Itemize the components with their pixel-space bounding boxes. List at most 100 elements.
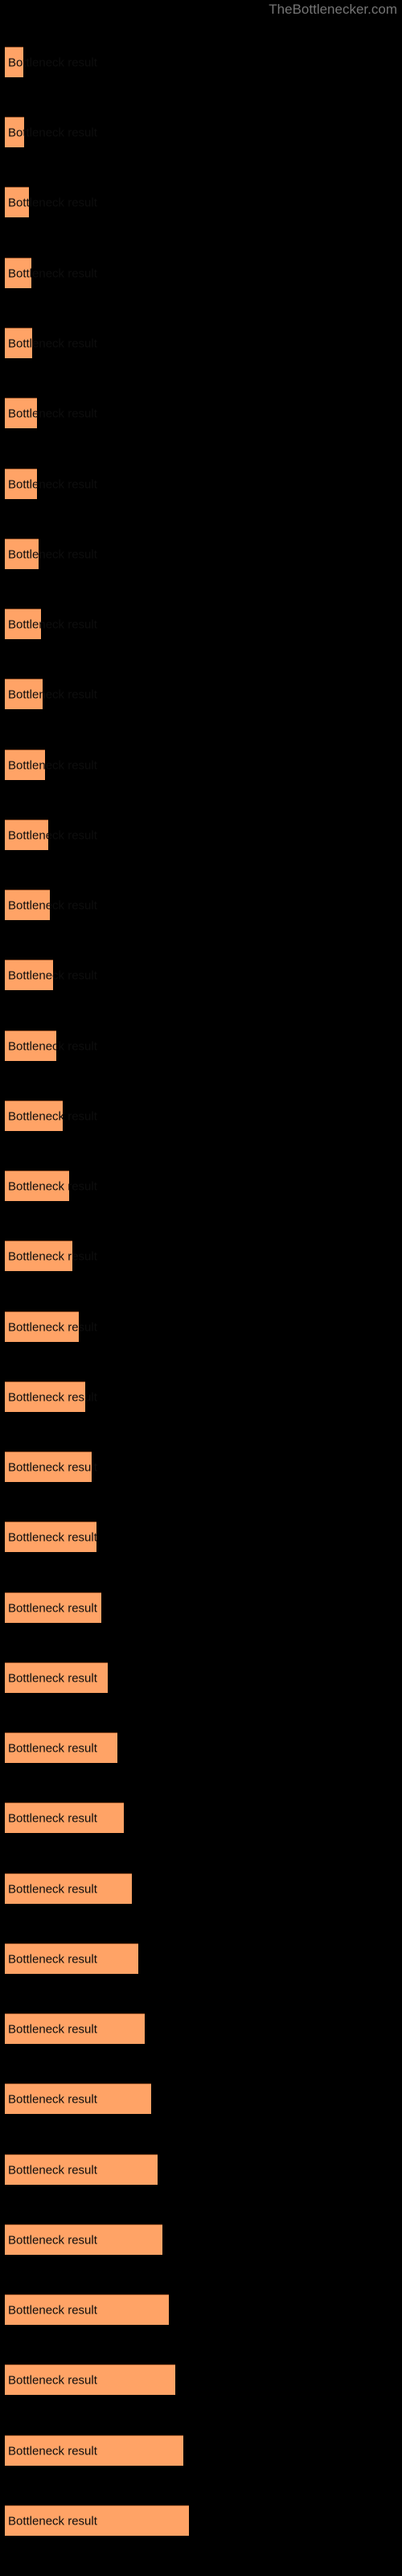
bar[interactable]: Bottleneck result [5, 2083, 151, 2114]
bar-row: Bottleneck result [0, 2505, 402, 2536]
bar[interactable]: Bottleneck result [5, 398, 97, 428]
bar[interactable]: Bottleneck result [5, 2013, 145, 2044]
bar[interactable]: Bottleneck result [5, 2505, 189, 2536]
bar-label: Bottleneck result [8, 2514, 97, 2528]
bar[interactable]: Bottleneck result [5, 1732, 117, 1763]
bar-row: Bottleneck result [0, 2224, 402, 2255]
bar[interactable]: Bottleneck result [5, 1873, 132, 1904]
bar-label: Bottleneck result [8, 898, 97, 912]
bar-row: Bottleneck result [0, 1873, 402, 1904]
bar-label: Bottleneck result [8, 1952, 97, 1966]
bar-row: Bottleneck result [0, 2083, 402, 2114]
bar[interactable]: Bottleneck result [5, 749, 97, 780]
bar-row: Bottleneck result [0, 258, 402, 288]
bar-row: Bottleneck result [0, 609, 402, 639]
bar[interactable]: Bottleneck result [5, 469, 97, 499]
bar-row: Bottleneck result [0, 1662, 402, 1693]
bar-row: Bottleneck result [0, 749, 402, 780]
bar[interactable]: Bottleneck result [5, 1311, 97, 1342]
bar-label: Bottleneck result [8, 1039, 97, 1053]
bar-row: Bottleneck result [0, 469, 402, 499]
bar[interactable]: Bottleneck result [5, 2224, 162, 2255]
bar[interactable]: Bottleneck result [5, 679, 97, 709]
bar-row: Bottleneck result [0, 2154, 402, 2185]
bar-row: Bottleneck result [0, 187, 402, 217]
bar-label: Bottleneck result [8, 2022, 97, 2036]
bar-row: Bottleneck result [0, 2013, 402, 2044]
bar-label: Bottleneck result [8, 2163, 97, 2177]
bar-label: Bottleneck result [8, 1811, 97, 1825]
bar-label: Bottleneck result [8, 2373, 97, 2387]
bar-row: Bottleneck result [0, 1943, 402, 1974]
bar-row: Bottleneck result [0, 890, 402, 920]
bar[interactable]: Bottleneck result [5, 1521, 97, 1552]
bar-row: Bottleneck result [0, 1802, 402, 1833]
bar-row: Bottleneck result [0, 1030, 402, 1061]
bar-label: Bottleneck result [8, 687, 97, 701]
bar-label: Bottleneck result [8, 1390, 97, 1404]
bar-row: Bottleneck result [0, 1170, 402, 1201]
bar-label: Bottleneck result [8, 126, 97, 139]
bar-label: Bottleneck result [8, 1179, 97, 1193]
bar-label: Bottleneck result [8, 1460, 97, 1474]
bar-row: Bottleneck result [0, 47, 402, 77]
bar[interactable]: Bottleneck result [5, 1030, 97, 1061]
bar[interactable]: Bottleneck result [5, 890, 97, 920]
bar-row: Bottleneck result [0, 117, 402, 147]
bar-label: Bottleneck result [8, 2233, 97, 2247]
bar-row: Bottleneck result [0, 539, 402, 569]
bar-label: Bottleneck result [8, 407, 97, 420]
bar-label: Bottleneck result [8, 547, 97, 561]
bar-label: Bottleneck result [8, 2303, 97, 2317]
bar[interactable]: Bottleneck result [5, 960, 97, 990]
bar-row: Bottleneck result [0, 2364, 402, 2395]
bar-row: Bottleneck result [0, 1521, 402, 1552]
bar[interactable]: Bottleneck result [5, 819, 97, 850]
bar-row: Bottleneck result [0, 328, 402, 358]
bar-row: Bottleneck result [0, 398, 402, 428]
bar-label: Bottleneck result [8, 56, 97, 69]
bar-label: Bottleneck result [8, 196, 97, 209]
bar[interactable]: Bottleneck result [5, 609, 97, 639]
bar-row: Bottleneck result [0, 1311, 402, 1342]
bar-label: Bottleneck result [8, 336, 97, 350]
bar[interactable]: Bottleneck result [5, 328, 97, 358]
bar[interactable]: Bottleneck result [5, 1451, 97, 1482]
bar-row: Bottleneck result [0, 679, 402, 709]
bar[interactable]: Bottleneck result [5, 258, 97, 288]
bar-row: Bottleneck result [0, 960, 402, 990]
bar[interactable]: Bottleneck result [5, 2154, 158, 2185]
bar[interactable]: Bottleneck result [5, 117, 97, 147]
bar-label: Bottleneck result [8, 1882, 97, 1896]
bar[interactable]: Bottleneck result [5, 1170, 97, 1201]
bar-label: Bottleneck result [8, 617, 97, 631]
bar-row: Bottleneck result [0, 2294, 402, 2325]
bar[interactable]: Bottleneck result [5, 1381, 97, 1412]
bar[interactable]: Bottleneck result [5, 1592, 101, 1623]
bar[interactable]: Bottleneck result [5, 1662, 108, 1693]
bar[interactable]: Bottleneck result [5, 1802, 124, 1833]
bar[interactable]: Bottleneck result [5, 1100, 97, 1131]
bar-row: Bottleneck result [0, 2435, 402, 2466]
bar-row: Bottleneck result [0, 1100, 402, 1131]
bar-label: Bottleneck result [8, 1320, 97, 1334]
bar-label: Bottleneck result [8, 1601, 97, 1615]
bar[interactable]: Bottleneck result [5, 2294, 169, 2325]
bar[interactable]: Bottleneck result [5, 1943, 138, 1974]
bar-label: Bottleneck result [8, 477, 97, 491]
bar-label: Bottleneck result [8, 1741, 97, 1755]
bar-label: Bottleneck result [8, 266, 97, 280]
bar[interactable]: Bottleneck result [5, 539, 97, 569]
bar[interactable]: Bottleneck result [5, 2435, 183, 2466]
bar-label: Bottleneck result [8, 2444, 97, 2458]
bar-label: Bottleneck result [8, 1109, 97, 1123]
bar-label: Bottleneck result [8, 968, 97, 982]
bar[interactable]: Bottleneck result [5, 47, 97, 77]
bar-label: Bottleneck result [8, 1249, 97, 1263]
bar[interactable]: Bottleneck result [5, 2364, 175, 2395]
bar-label: Bottleneck result [8, 1530, 97, 1544]
bar-label: Bottleneck result [8, 828, 97, 842]
bar[interactable]: Bottleneck result [5, 1241, 97, 1271]
bar-label: Bottleneck result [8, 1671, 97, 1685]
bar[interactable]: Bottleneck result [5, 187, 97, 217]
